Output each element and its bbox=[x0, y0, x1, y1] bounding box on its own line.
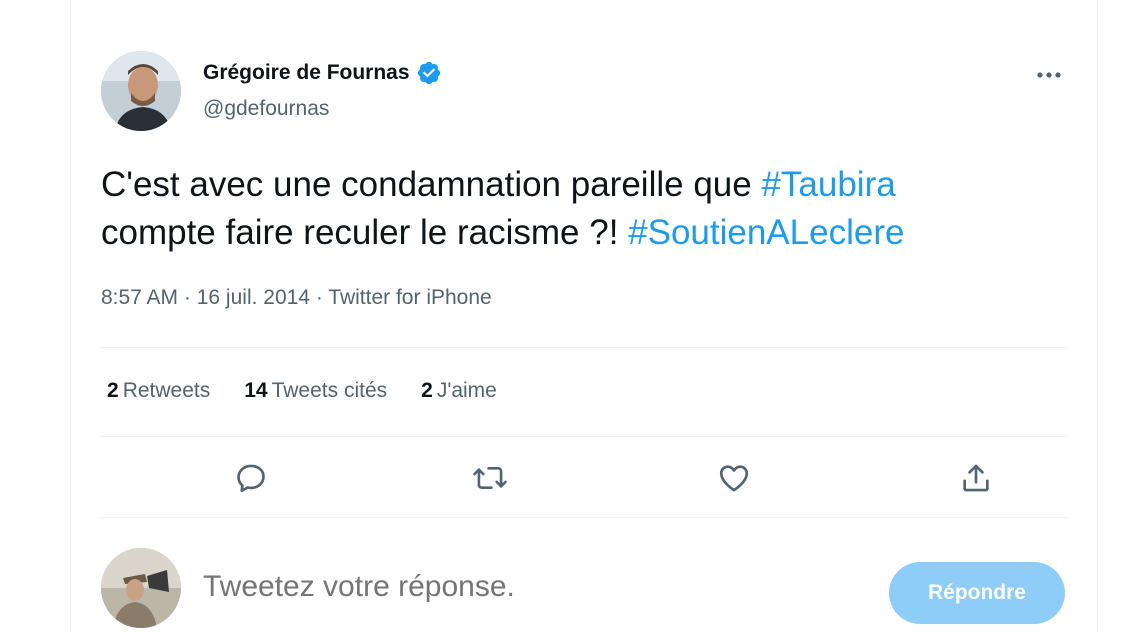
stat-retweets[interactable]: 2 Retweets bbox=[107, 379, 210, 403]
tweet-text-part2: compte faire reculer le racisme ?! bbox=[101, 213, 629, 252]
divider-middle bbox=[101, 436, 1067, 437]
retweet-button[interactable] bbox=[468, 456, 512, 500]
reply-icon bbox=[237, 464, 265, 493]
more-dots-icon bbox=[1037, 72, 1061, 78]
meta-separator-2: · bbox=[310, 286, 329, 309]
author-name-text[interactable]: Grégoire de Fournas bbox=[203, 61, 410, 85]
author-handle[interactable]: @gdefournas bbox=[203, 97, 329, 121]
current-user-avatar-image bbox=[101, 548, 181, 628]
more-options-button[interactable] bbox=[1029, 58, 1069, 92]
stat-quote-tweets-label: Tweets cités bbox=[271, 379, 388, 402]
reply-button[interactable] bbox=[229, 456, 273, 500]
share-icon bbox=[963, 464, 989, 492]
tweet-detail: Grégoire de Fournas @gdefournas C'est av… bbox=[71, 0, 1097, 632]
share-button[interactable] bbox=[954, 456, 998, 500]
divider-top bbox=[101, 347, 1067, 348]
tweet-date[interactable]: 16 juil. 2014 bbox=[197, 286, 310, 309]
stat-retweets-label: Retweets bbox=[122, 379, 211, 402]
stat-likes[interactable]: 2 J'aime bbox=[421, 379, 497, 403]
verified-badge-icon bbox=[417, 61, 440, 85]
author-name[interactable]: Grégoire de Fournas bbox=[203, 60, 442, 86]
tweet-time[interactable]: 8:57 AM bbox=[101, 286, 178, 309]
stat-quote-tweets-count: 14 bbox=[244, 379, 268, 402]
tweet-source[interactable]: Twitter for iPhone bbox=[328, 286, 491, 309]
stat-quote-tweets[interactable]: 14 Tweets cités bbox=[244, 379, 387, 403]
hashtag-taubira[interactable]: #Taubira bbox=[761, 165, 895, 204]
hashtag-soutienaleclere[interactable]: #SoutienALeclere bbox=[628, 213, 904, 252]
timeline-right-border bbox=[1097, 0, 1098, 632]
stat-retweets-count: 2 bbox=[107, 379, 119, 402]
tweet-stats: 2 Retweets 14 Tweets cités 2 J'aime bbox=[107, 379, 497, 403]
tweet-actions bbox=[101, 448, 1067, 508]
retweet-icon bbox=[473, 466, 507, 490]
tweet-meta: 8:57 AM · 16 juil. 2014 · Twitter for iP… bbox=[101, 286, 492, 310]
meta-separator-1: · bbox=[178, 286, 197, 309]
reply-input[interactable] bbox=[203, 570, 843, 604]
divider-bottom bbox=[101, 517, 1067, 518]
like-button[interactable] bbox=[712, 456, 756, 500]
current-user-avatar[interactable] bbox=[101, 548, 181, 628]
author-avatar[interactable] bbox=[101, 51, 181, 131]
stat-likes-label: J'aime bbox=[436, 379, 497, 402]
stat-likes-count: 2 bbox=[421, 379, 433, 402]
tweet-text: C'est avec une condamnation pareille que… bbox=[101, 161, 1061, 257]
tweet-text-part1: C'est avec une condamnation pareille que bbox=[101, 165, 762, 204]
like-icon bbox=[719, 465, 749, 492]
reply-submit-button[interactable]: Répondre bbox=[889, 562, 1065, 624]
author-avatar-image bbox=[101, 51, 181, 131]
